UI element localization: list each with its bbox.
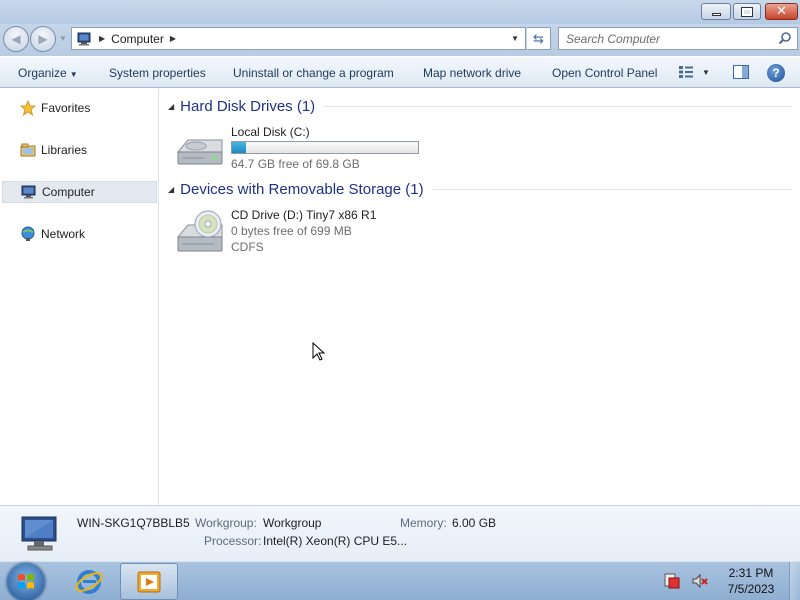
processor-label: Processor:	[204, 534, 262, 548]
back-arrow-icon: ◀	[11, 32, 21, 46]
capacity-bar	[231, 141, 419, 154]
memory-value: 6.00 GB	[452, 516, 497, 530]
chevron-down-icon: ▼	[69, 70, 78, 79]
group-title: Hard Disk Drives (1)	[180, 98, 316, 115]
show-desktop-button[interactable]	[789, 562, 800, 600]
start-button[interactable]	[7, 563, 45, 600]
group-header-hard-disk-drives[interactable]: ◢ Hard Disk Drives (1)	[168, 98, 792, 115]
command-bar: Organize ▼ System properties Uninstall or…	[0, 56, 800, 88]
help-icon[interactable]: ?	[767, 64, 785, 82]
star-icon	[19, 99, 37, 116]
organize-button[interactable]: Organize ▼	[18, 66, 78, 80]
refresh-button[interactable]: ⇆	[527, 27, 551, 50]
collapse-icon[interactable]: ◢	[168, 102, 174, 111]
workgroup-value: Workgroup	[263, 516, 322, 530]
search-icon[interactable]	[778, 31, 792, 48]
search-box[interactable]	[558, 27, 798, 50]
minimize-icon	[711, 13, 721, 16]
drive-name: Local Disk (C:)	[231, 125, 310, 139]
sidebar-item-network[interactable]: Network	[2, 223, 157, 245]
computer-icon	[21, 184, 37, 200]
libraries-icon	[20, 142, 36, 158]
network-icon	[20, 226, 36, 242]
content-area: ◢ Hard Disk Drives (1) Local Disk (C:) 6…	[160, 89, 800, 505]
memory-label: Memory:	[400, 516, 447, 530]
windows-logo-icon	[18, 574, 34, 589]
maximize-icon	[742, 7, 752, 16]
view-options-icon	[679, 66, 693, 78]
search-input[interactable]	[566, 31, 766, 46]
forward-arrow-icon: ▶	[38, 32, 48, 46]
clock-date: 7/5/2023	[727, 582, 775, 596]
group-divider	[323, 106, 792, 107]
clock-time: 2:31 PM	[728, 566, 774, 580]
close-button[interactable]: ✕	[765, 3, 798, 20]
action-center-icon[interactable]	[663, 572, 681, 590]
breadcrumb-computer[interactable]: Computer	[111, 32, 164, 46]
navigation-pane: Favorites Libraries Computer Network	[0, 89, 159, 505]
processor-value: Intel(R) Xeon(R) CPU E5...	[263, 534, 408, 548]
windows-explorer-button[interactable]	[120, 563, 178, 600]
navigation-bar: ◀ ▶ ▼ ▶ Computer ▶ ▼ ⇆	[0, 24, 800, 56]
close-icon: ✕	[776, 4, 787, 19]
drive-item-local-disk-c[interactable]: Local Disk (C:) 64.7 GB free of 69.8 GB	[174, 124, 419, 174]
computer-icon	[18, 515, 62, 555]
workgroup-label: Workgroup:	[195, 516, 257, 530]
open-control-panel-button[interactable]: Open Control Panel	[552, 66, 657, 80]
details-pane: WIN-SKG1Q7BBLB5 Workgroup: Workgroup Mem…	[0, 505, 800, 561]
drive-item-cd-drive-d[interactable]: CD Drive (D:) Tiny7 x86 R1 0 bytes free …	[174, 207, 376, 257]
group-title: Devices with Removable Storage (1)	[180, 181, 424, 198]
collapse-icon[interactable]: ◢	[168, 185, 174, 194]
sidebar-item-label: Computer	[42, 185, 95, 199]
drive-name: CD Drive (D:) Tiny7 x86 R1	[231, 208, 377, 222]
forward-button[interactable]: ▶	[30, 26, 56, 52]
volume-muted-icon[interactable]	[691, 572, 709, 590]
system-properties-button[interactable]: System properties	[109, 66, 206, 80]
drive-filesystem: CDFS	[231, 240, 264, 254]
sidebar-item-label: Libraries	[41, 143, 88, 157]
sidebar-item-computer[interactable]: Computer	[2, 181, 157, 203]
organize-label: Organize	[18, 66, 67, 80]
breadcrumb-separator-icon[interactable]: ▶	[99, 34, 105, 43]
uninstall-program-button[interactable]: Uninstall or change a program	[233, 66, 394, 80]
capacity-fill	[232, 142, 246, 153]
system-tray	[663, 572, 709, 590]
preview-pane-button[interactable]	[733, 65, 749, 79]
computer-icon	[77, 32, 93, 46]
view-dropdown-icon[interactable]: ▼	[702, 68, 710, 77]
sidebar-item-favorites[interactable]: Favorites	[2, 97, 157, 119]
taskbar: 2:31 PM 7/5/2023	[0, 561, 800, 600]
internet-explorer-button[interactable]	[60, 563, 118, 600]
title-bar: ✕	[0, 0, 800, 24]
address-bar[interactable]: ▶ Computer ▶ ▼	[71, 27, 526, 50]
cd-drive-icon	[174, 207, 226, 257]
back-button[interactable]: ◀	[3, 26, 29, 52]
media-player-icon	[137, 571, 161, 592]
recent-pages-dropdown[interactable]: ▼	[59, 34, 67, 43]
refresh-icon: ⇆	[533, 30, 544, 46]
minimize-button[interactable]	[701, 3, 731, 20]
hard-disk-icon	[174, 124, 226, 174]
address-dropdown-icon[interactable]: ▼	[511, 34, 519, 43]
maximize-button[interactable]	[733, 3, 761, 20]
sidebar-item-label: Favorites	[41, 101, 91, 115]
breadcrumb-separator-icon[interactable]: ▶	[170, 34, 176, 43]
drive-free-space: 0 bytes free of 699 MB	[231, 224, 352, 238]
group-divider	[431, 189, 792, 190]
internet-explorer-icon	[75, 569, 103, 594]
computer-name: WIN-SKG1Q7BBLB5	[77, 516, 190, 530]
change-view-button[interactable]: ▼	[678, 65, 710, 79]
mouse-cursor-icon	[312, 341, 326, 365]
sidebar-item-label: Network	[41, 227, 86, 241]
group-header-removable-storage[interactable]: ◢ Devices with Removable Storage (1)	[168, 181, 792, 198]
map-network-drive-button[interactable]: Map network drive	[423, 66, 521, 80]
clock[interactable]: 2:31 PM 7/5/2023	[716, 565, 786, 597]
drive-free-space: 64.7 GB free of 69.8 GB	[231, 157, 360, 171]
sidebar-item-libraries[interactable]: Libraries	[2, 139, 157, 161]
